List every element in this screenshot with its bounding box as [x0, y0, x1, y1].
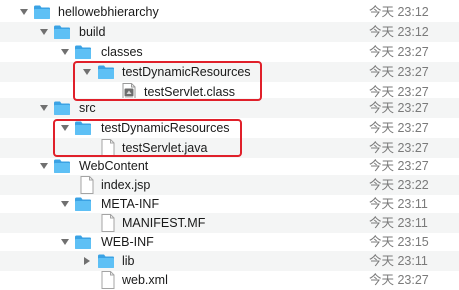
date-modified: 今天 23:12: [369, 5, 429, 19]
tree-item-label: web.xml: [122, 273, 168, 287]
tree-item-label: MANIFEST.MF: [122, 216, 206, 230]
date-modified: 今天 23:27: [369, 101, 429, 115]
tree-item-label: build: [79, 25, 106, 39]
disclosure-expanded-icon[interactable]: [81, 66, 93, 78]
tree-row-index-jsp[interactable]: index.jsp 今天 23:22: [0, 175, 459, 195]
tree-item-label: META-INF: [101, 197, 160, 211]
tree-item-label: classes: [101, 45, 143, 59]
date-modified: 今天 23:11: [369, 216, 428, 230]
folder-icon: [53, 100, 71, 116]
document-icon: [79, 176, 97, 194]
folder-icon: [97, 253, 115, 269]
tree-row-testservlet-java[interactable]: testServlet.java 今天 23:27: [0, 138, 459, 158]
date-modified: 今天 23:11: [369, 197, 428, 211]
tree-item-label: index.jsp: [101, 178, 151, 192]
folder-icon: [97, 64, 115, 80]
folder-icon: [33, 4, 51, 20]
folder-icon: [53, 24, 71, 40]
tree-item-label: WebContent: [79, 159, 149, 173]
date-modified: 今天 23:22: [369, 178, 429, 192]
date-modified: 今天 23:27: [369, 121, 429, 135]
date-modified: 今天 23:27: [369, 159, 429, 173]
tree-row-meta-inf[interactable]: META-INF 今天 23:11: [0, 194, 459, 214]
file-tree: hellowebhierarchy 今天 23:12 build 今天 23:1…: [0, 0, 459, 289]
disclosure-expanded-icon[interactable]: [38, 102, 50, 114]
tree-row-classes[interactable]: classes 今天 23:27: [0, 42, 459, 62]
date-modified: 今天 23:11: [369, 254, 428, 268]
folder-icon: [74, 44, 92, 60]
folder-icon: [53, 158, 71, 174]
tree-item-label: testServlet.java: [122, 141, 208, 155]
disclosure-expanded-icon[interactable]: [59, 122, 71, 134]
tree-item-label: testDynamicResources: [122, 65, 251, 79]
tree-row-testdynamicresources-build[interactable]: testDynamicResources 今天 23:27: [0, 62, 459, 82]
tree-row-build[interactable]: build 今天 23:12: [0, 22, 459, 42]
disclosure-expanded-icon[interactable]: [59, 46, 71, 58]
folder-icon: [74, 196, 92, 212]
date-modified: 今天 23:27: [369, 45, 429, 59]
disclosure-expanded-icon[interactable]: [38, 160, 50, 172]
date-modified: 今天 23:27: [369, 65, 429, 79]
disclosure-expanded-icon[interactable]: [18, 6, 30, 18]
tree-row-manifest-mf[interactable]: MANIFEST.MF 今天 23:11: [0, 213, 459, 233]
disclosure-expanded-icon[interactable]: [38, 26, 50, 38]
tree-item-label: src: [79, 101, 96, 115]
tree-row-web-inf[interactable]: WEB-INF 今天 23:15: [0, 232, 459, 252]
disclosure-collapsed-icon[interactable]: [81, 255, 93, 267]
tree-row-web-xml[interactable]: web.xml 今天 23:27: [0, 270, 459, 290]
tree-row-testdynamicresources-src[interactable]: testDynamicResources 今天 23:27: [0, 118, 459, 138]
tree-row-hellowebhierarchy[interactable]: hellowebhierarchy 今天 23:12: [0, 2, 459, 22]
disclosure-expanded-icon[interactable]: [59, 198, 71, 210]
date-modified: 今天 23:27: [369, 141, 429, 155]
folder-icon: [74, 234, 92, 250]
tree-row-lib[interactable]: lib 今天 23:11: [0, 251, 459, 271]
document-icon: [100, 214, 118, 232]
tree-row-webcontent[interactable]: WebContent 今天 23:27: [0, 156, 459, 176]
folder-icon: [74, 120, 92, 136]
date-modified: 今天 23:15: [369, 235, 429, 249]
document-icon: [100, 139, 118, 157]
class-file-icon: [121, 83, 139, 101]
tree-row-src[interactable]: src 今天 23:27: [0, 98, 459, 118]
date-modified: 今天 23:12: [369, 25, 429, 39]
tree-item-label: WEB-INF: [101, 235, 154, 249]
tree-item-label: lib: [122, 254, 135, 268]
date-modified: 今天 23:27: [369, 273, 429, 287]
disclosure-expanded-icon[interactable]: [59, 236, 71, 248]
tree-item-label: testDynamicResources: [101, 121, 230, 135]
document-icon: [100, 271, 118, 289]
tree-item-label: hellowebhierarchy: [58, 5, 159, 19]
